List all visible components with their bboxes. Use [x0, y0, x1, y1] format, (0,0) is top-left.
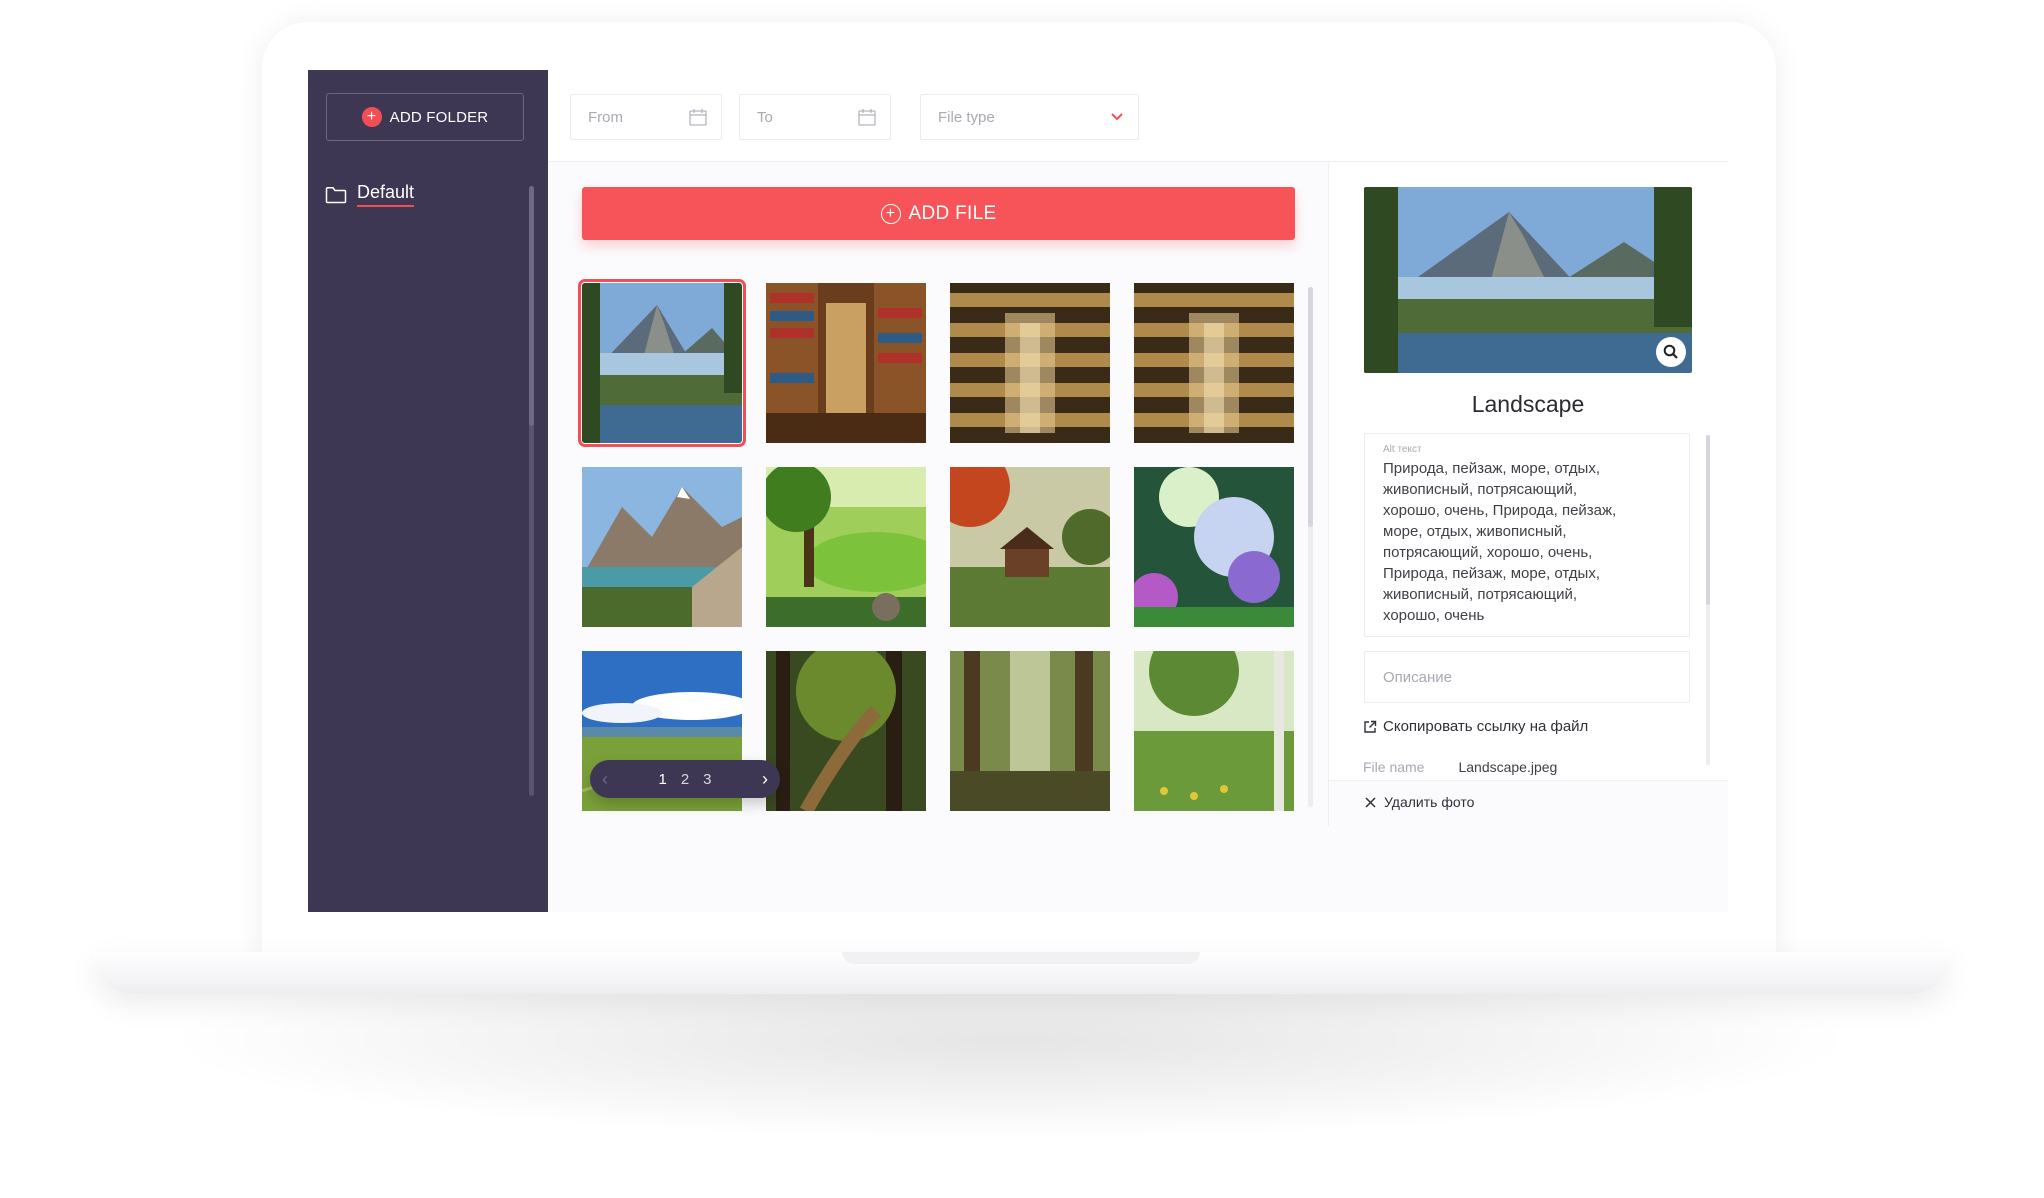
image-thumb-blossom-forest[interactable]	[1134, 467, 1294, 627]
image-thumb-forest-path[interactable]	[766, 651, 926, 811]
filter-bar: From To File type	[548, 70, 1728, 162]
detail-panel: Landscape Alt текст Природа, пейзаж, мор…	[1328, 163, 1728, 826]
sidebar-scroll-thumb[interactable]	[529, 186, 534, 426]
image-thumb-library-stacks[interactable]	[766, 283, 926, 443]
from-date-placeholder: From	[588, 108, 623, 126]
page-3[interactable]: 3	[703, 771, 711, 788]
sidebar-item-default[interactable]: Default	[325, 182, 415, 207]
delete-bar: Удалить фото	[1329, 780, 1728, 826]
file-title: Landscape	[1471, 391, 1585, 417]
to-date-field[interactable]: To	[739, 94, 891, 140]
file-type-select[interactable]: File type	[920, 94, 1139, 140]
folder-label: Default	[357, 182, 415, 207]
calendar-icon	[689, 109, 707, 126]
sidebar: + ADD FOLDER Default	[308, 70, 548, 912]
file-name-row: File name Landscape.jpeg	[1363, 759, 1557, 775]
image-thumb-birch-meadow[interactable]	[1134, 651, 1294, 811]
sidebar-scrollbar[interactable]	[529, 186, 534, 796]
description-input[interactable]	[1364, 651, 1690, 703]
image-preview	[1364, 187, 1692, 373]
next-page-icon[interactable]: ›	[762, 769, 768, 790]
alt-text-value[interactable]: Природа, пейзаж, море, отдых, живописный…	[1383, 458, 1671, 626]
page-numbers: 1 2 3	[658, 771, 711, 788]
alt-text-label: Alt текст	[1383, 444, 1422, 455]
search-icon	[1663, 344, 1678, 359]
image-thumb-bookstore-1[interactable]	[950, 283, 1110, 443]
gallery-scroll-thumb[interactable]	[1308, 287, 1313, 527]
image-thumb-bookstore-2[interactable]	[1134, 283, 1294, 443]
file-type-placeholder: File type	[938, 108, 995, 126]
copy-link-button[interactable]: Скопировать ссылку на файл	[1363, 718, 1588, 735]
pagination: ‹ 1 2 3 ›	[590, 760, 780, 798]
image-grid	[578, 279, 1302, 811]
add-file-button[interactable]: + ADD FILE	[582, 187, 1295, 240]
alt-text-field[interactable]: Alt текст Природа, пейзаж, море, отдых, …	[1364, 433, 1690, 637]
close-icon	[1365, 796, 1376, 808]
folder-icon	[325, 186, 347, 203]
delete-photo-button[interactable]: Удалить фото	[1365, 794, 1474, 810]
gallery-area: + ADD FILE	[548, 163, 1328, 826]
gallery-scrollbar[interactable]	[1308, 287, 1313, 807]
add-folder-button[interactable]: + ADD FOLDER	[326, 93, 524, 141]
file-name-key: File name	[1363, 759, 1425, 775]
app-screen: + ADD FOLDER Default From To File type +…	[308, 70, 1728, 912]
detail-scroll-thumb[interactable]	[1706, 435, 1710, 605]
from-date-field[interactable]: From	[570, 94, 722, 140]
plus-circle-icon: +	[880, 203, 901, 224]
image-thumb-mountain-lake[interactable]	[578, 279, 746, 447]
image-thumb-misty-forest[interactable]	[950, 651, 1110, 811]
image-thumb-autumn-farm[interactable]	[950, 467, 1110, 627]
calendar-icon	[858, 109, 876, 126]
image-thumb-rocky-mountains[interactable]	[582, 467, 742, 627]
page-2[interactable]: 2	[681, 771, 689, 788]
laptop-notch	[842, 952, 1200, 964]
plus-icon: +	[361, 107, 382, 127]
detail-scrollbar[interactable]	[1706, 435, 1710, 765]
page-1[interactable]: 1	[658, 771, 666, 788]
file-name-value: Landscape.jpeg	[1458, 759, 1558, 775]
add-file-label: ADD FILE	[908, 202, 997, 224]
image-thumb-green-meadow[interactable]	[766, 467, 926, 627]
to-date-placeholder: To	[757, 108, 773, 126]
external-link-icon	[1364, 720, 1377, 733]
prev-page-icon[interactable]: ‹	[602, 769, 608, 790]
zoom-button[interactable]	[1656, 337, 1686, 367]
copy-link-label: Скопировать ссылку на файл	[1383, 718, 1589, 735]
add-folder-label: ADD FOLDER	[389, 108, 489, 126]
delete-photo-label: Удалить фото	[1384, 794, 1475, 810]
chevron-down-icon	[1111, 113, 1123, 121]
